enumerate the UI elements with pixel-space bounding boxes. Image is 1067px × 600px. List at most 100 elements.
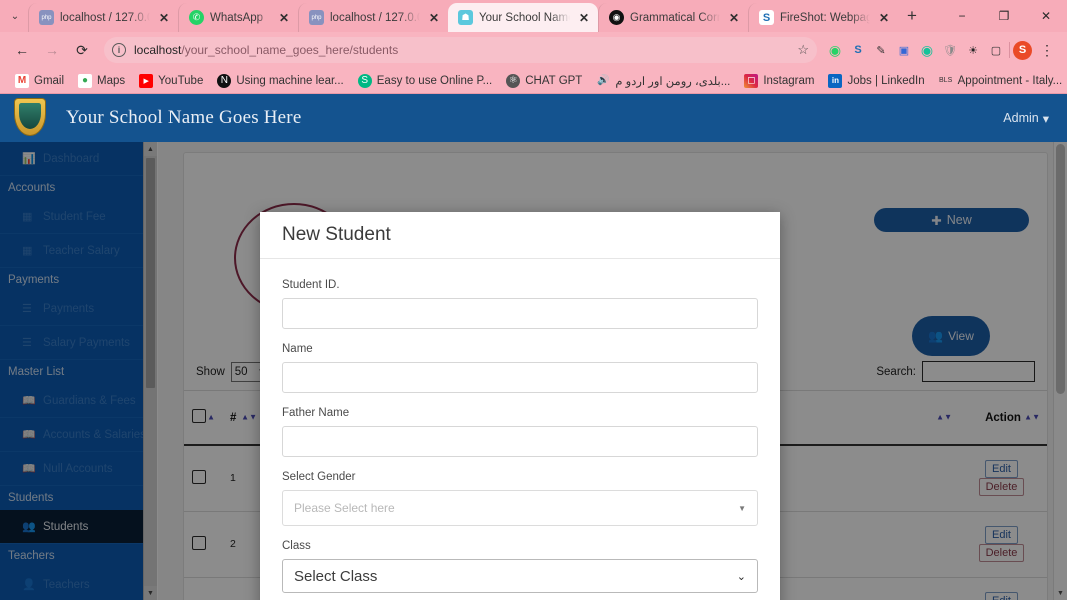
chevron-down-icon: ▾	[1042, 111, 1049, 126]
bookmark-label: بلدی، رومن اور اردو م...	[615, 75, 731, 88]
school-crest-logo	[10, 96, 50, 140]
whatsapp-icon: ✆	[189, 10, 204, 25]
bookmark-item[interactable]: 🔊 بلدی، رومن اور اردو م...	[589, 70, 737, 92]
field-select-gender: Select Gender Please Select here ▼	[282, 471, 758, 526]
browser-tab[interactable]: ◉ Grammatical Correct ✕	[598, 3, 748, 32]
close-icon[interactable]: ✕	[726, 10, 742, 26]
bookmark-label: Using machine lear...	[236, 74, 344, 87]
browser-tab[interactable]: S FireShot: Webpage S ✕	[748, 3, 898, 32]
bookmark-item[interactable]: N Using machine lear...	[210, 70, 350, 92]
php-icon: php	[309, 10, 324, 25]
close-icon[interactable]: ✕	[576, 10, 592, 26]
name-field[interactable]	[282, 362, 758, 393]
tab-strip: ⌄ php localhost / 127.0.0.1 ✕ ✆ WhatsApp…	[0, 0, 1067, 32]
openai-icon: ⚛	[506, 73, 521, 88]
maps-icon: ●	[78, 73, 93, 88]
php-icon: php	[39, 10, 54, 25]
tab-title: localhost / 127.0.0.1	[330, 11, 420, 24]
maximize-button[interactable]: ❐	[983, 0, 1025, 32]
father-name-field[interactable]	[282, 426, 758, 457]
address-bar[interactable]: i localhost/your_school_name_goes_here/s…	[104, 37, 817, 63]
bookmark-item[interactable]: ⚛ CHAT GPT	[499, 70, 589, 92]
close-icon[interactable]: ✕	[426, 10, 442, 26]
gmail-icon: M	[15, 73, 29, 88]
school-icon: ☗	[458, 10, 473, 25]
field-label: Select Gender	[282, 471, 356, 483]
class-select-value: Select Class	[294, 567, 378, 585]
pen-extension-icon[interactable]: ✎	[871, 40, 891, 60]
tab-title: Your School Name G	[479, 11, 570, 24]
shield-extension-icon[interactable]: 🛡	[940, 40, 960, 60]
minimize-button[interactable]: −	[941, 0, 983, 32]
fireshot-icon: S	[759, 10, 774, 25]
field-class: Class Select Class ⌄	[282, 540, 758, 593]
speaker-icon: 🔊	[597, 75, 610, 86]
bls-icon: BLS	[939, 77, 953, 84]
site-info-icon[interactable]: i	[112, 43, 126, 57]
bookmark-item[interactable]: ● Maps	[71, 70, 132, 92]
divider	[1009, 42, 1010, 58]
admin-label: Admin	[1003, 111, 1039, 125]
browser-tab[interactable]: ✆ WhatsApp ✕	[178, 3, 298, 32]
reload-button[interactable]: ⟳	[68, 36, 96, 64]
bookmark-star-icon[interactable]: ☆	[797, 42, 809, 58]
close-window-button[interactable]: ✕	[1025, 0, 1067, 32]
browser-tab-active[interactable]: ☗ Your School Name G ✕	[448, 3, 598, 32]
url-path: /your_school_name_goes_here/students	[181, 43, 399, 57]
page-title: Your School Name Goes Here	[66, 107, 302, 128]
bookmark-label: YouTube	[158, 74, 204, 87]
field-label: Class	[282, 540, 311, 552]
window-controls: − ❐ ✕	[941, 0, 1067, 32]
smallpdf-icon: S	[357, 73, 372, 88]
close-icon[interactable]: ✕	[876, 10, 892, 26]
tab-title: WhatsApp	[210, 11, 264, 24]
url-host: localhost	[134, 43, 182, 57]
close-icon[interactable]: ✕	[156, 10, 172, 26]
modal-body: Student ID. Name Father Name Select Gend…	[260, 259, 780, 600]
bookmarks-bar: M Gmail ● Maps ▶ YouTube N Using machine…	[0, 68, 1067, 94]
bookmark-label: Easy to use Online P...	[376, 74, 493, 87]
admin-menu[interactable]: Admin ▾	[1003, 111, 1049, 126]
linkedin-icon: in	[828, 73, 843, 88]
close-icon[interactable]: ✕	[276, 10, 292, 26]
tab-title: Grammatical Correct	[630, 11, 720, 24]
field-student-id: Student ID.	[282, 279, 758, 329]
chevron-down-icon: ▼	[738, 503, 746, 513]
chevron-down-icon: ⌄	[736, 570, 746, 583]
dark-reader-extension-icon[interactable]: ☀	[963, 40, 983, 60]
translate-extension-icon[interactable]: ▣	[894, 40, 914, 60]
browser-menu-icon[interactable]: ⋮	[1035, 42, 1059, 59]
new-student-modal: New Student Student ID. Name Father Name…	[260, 212, 780, 600]
bookmark-item[interactable]: M Gmail	[8, 70, 71, 92]
bookmark-item[interactable]: ▶ YouTube	[132, 70, 210, 92]
bookmark-item[interactable]: ◻ Instagram	[737, 70, 821, 92]
grammarly-extension-icon[interactable]: ◉	[917, 40, 937, 60]
forward-button[interactable]: →	[38, 36, 66, 64]
browser-tab[interactable]: php localhost / 127.0.0.1 ✕	[28, 3, 178, 32]
tab-search-chevron-icon[interactable]: ⌄	[2, 2, 28, 30]
gender-select[interactable]: Please Select here ▼	[282, 490, 758, 526]
browser-tab[interactable]: php localhost / 127.0.0.1 ✕	[298, 3, 448, 32]
puzzle-extension-icon[interactable]: ▢	[986, 40, 1006, 60]
extension-icons: ◉ S ✎ ▣ ◉ 🛡 ☀ ▢ S ⋮	[825, 40, 1059, 60]
class-select[interactable]: Select Class ⌄	[282, 559, 758, 593]
field-label: Father Name	[282, 407, 350, 419]
page-viewport: Your School Name Goes Here Admin ▾ 📊 Das…	[0, 94, 1067, 600]
bookmark-item[interactable]: S Easy to use Online P...	[351, 70, 500, 92]
grammarly-icon: ◉	[609, 10, 624, 25]
student-id-field[interactable]	[282, 298, 758, 329]
field-name: Name	[282, 343, 758, 393]
field-father-name: Father Name	[282, 407, 758, 457]
new-tab-button[interactable]: +	[898, 2, 926, 30]
back-button[interactable]: ←	[8, 36, 36, 64]
browser-toolbar: ← → ⟳ i localhost/your_school_name_goes_…	[0, 32, 1067, 68]
instagram-icon: ◻	[744, 73, 759, 88]
tab-title: FireShot: Webpage S	[780, 11, 870, 24]
bookmark-item[interactable]: in Jobs | LinkedIn	[821, 70, 931, 92]
youtube-icon: ▶	[139, 73, 154, 88]
bookmark-item[interactable]: BLS Appointment - Italy...	[932, 70, 1067, 92]
whatsapp-extension-icon[interactable]: ◉	[825, 40, 845, 60]
fireshot-extension-icon[interactable]: S	[848, 40, 868, 60]
address-bar-url: localhost/your_school_name_goes_here/stu…	[134, 43, 789, 57]
profile-avatar[interactable]: S	[1013, 40, 1032, 60]
